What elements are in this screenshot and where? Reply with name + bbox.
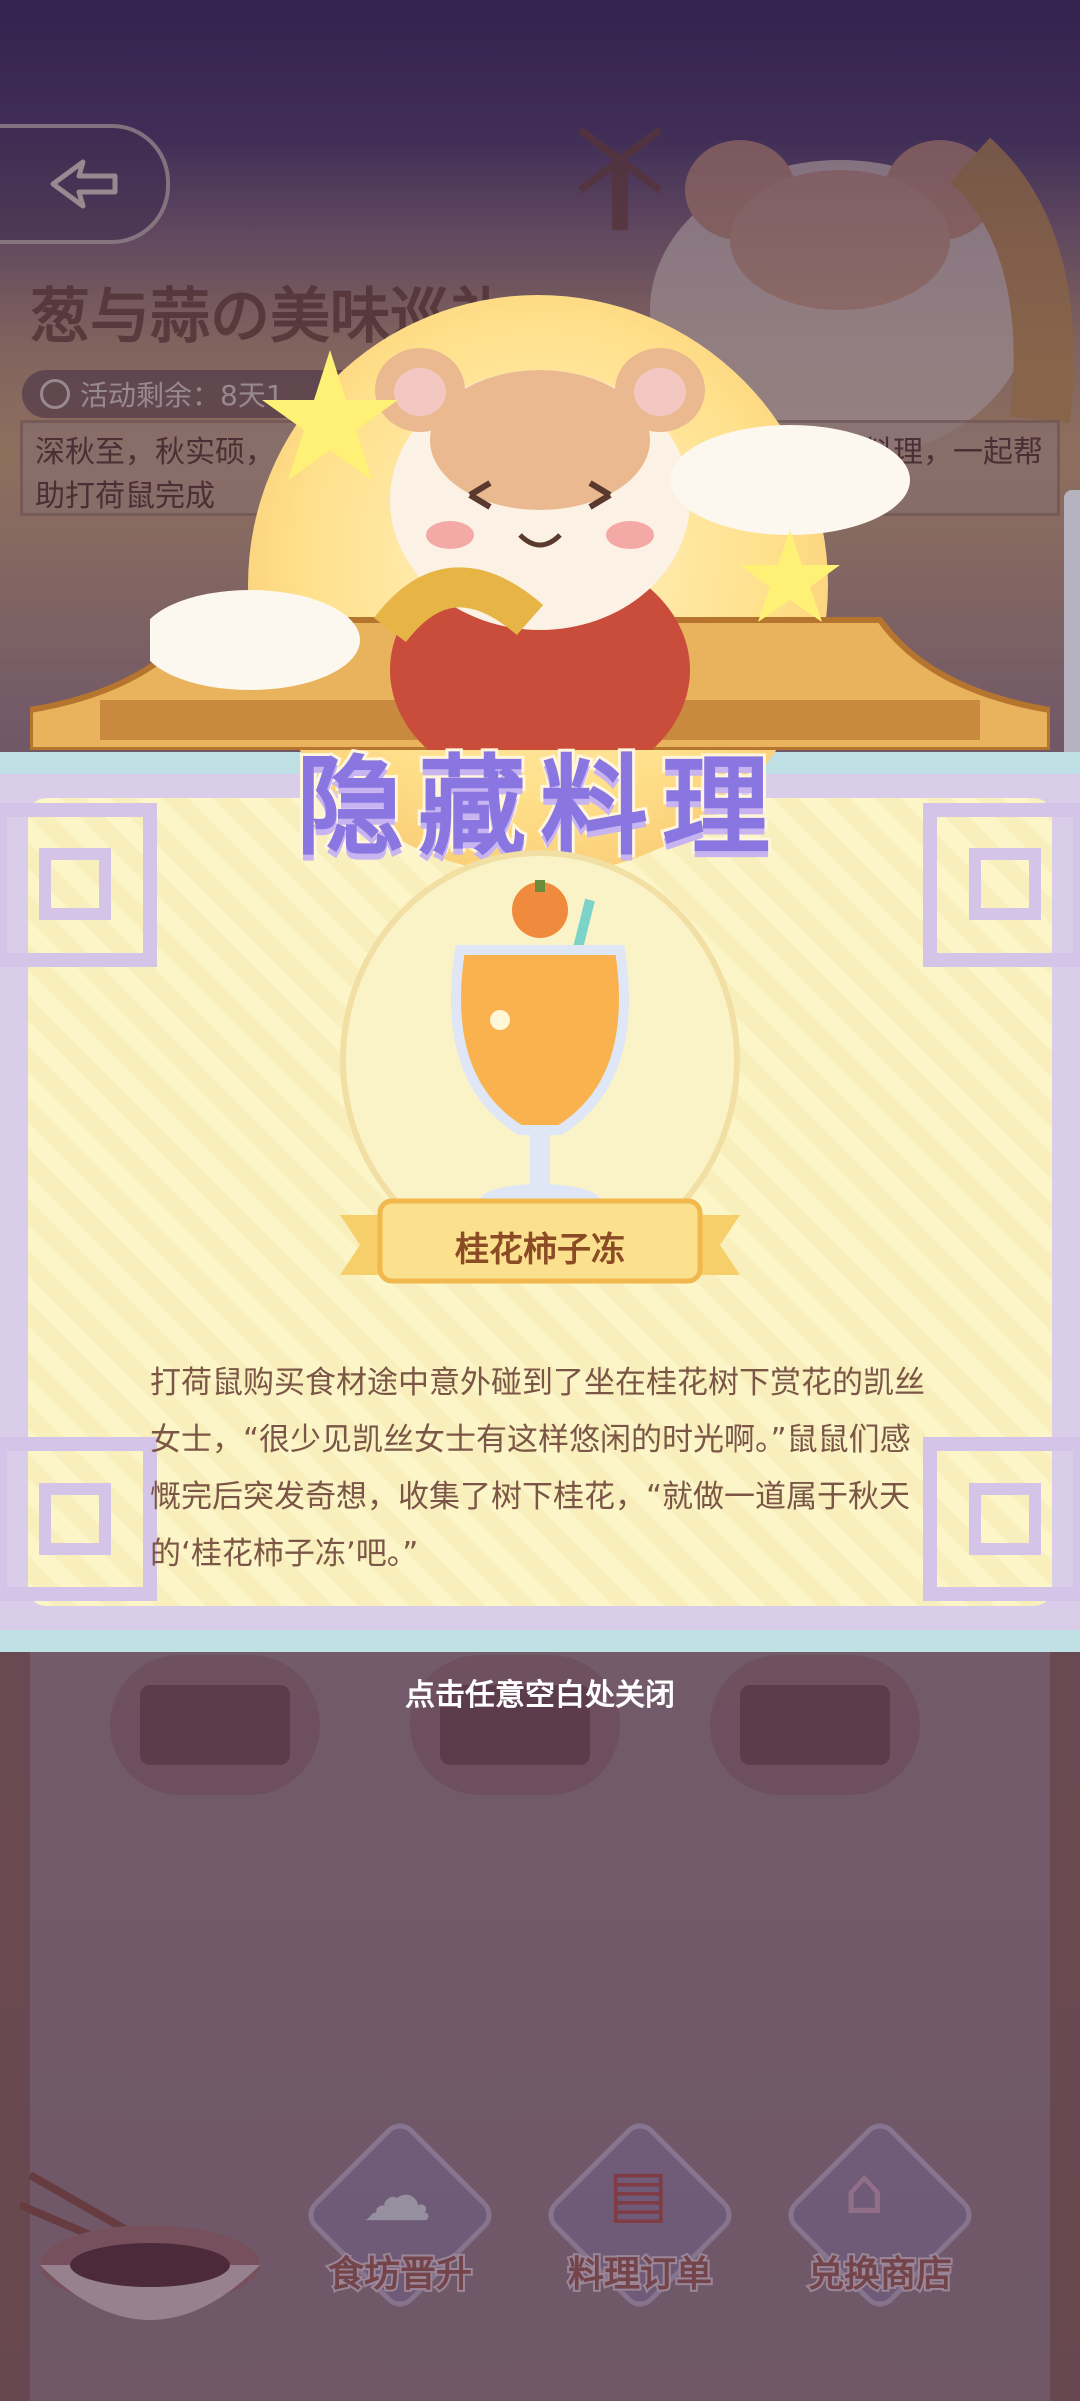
- close-hint: 点击任意空白处关闭: [405, 1678, 675, 1713]
- lattice-decoration: [0, 1437, 157, 1601]
- cloud-and-star-decoration: [150, 350, 910, 690]
- dish-name: 桂花柿子冻: [455, 1230, 625, 1270]
- dish-description: 打荷鼠购买食材途中意外碰到了坐在桂花树下赏花的凯丝女士，“很少见凯丝女士有这样悠…: [150, 1365, 925, 1572]
- persimmon-jelly-drink-icon: [451, 880, 629, 1216]
